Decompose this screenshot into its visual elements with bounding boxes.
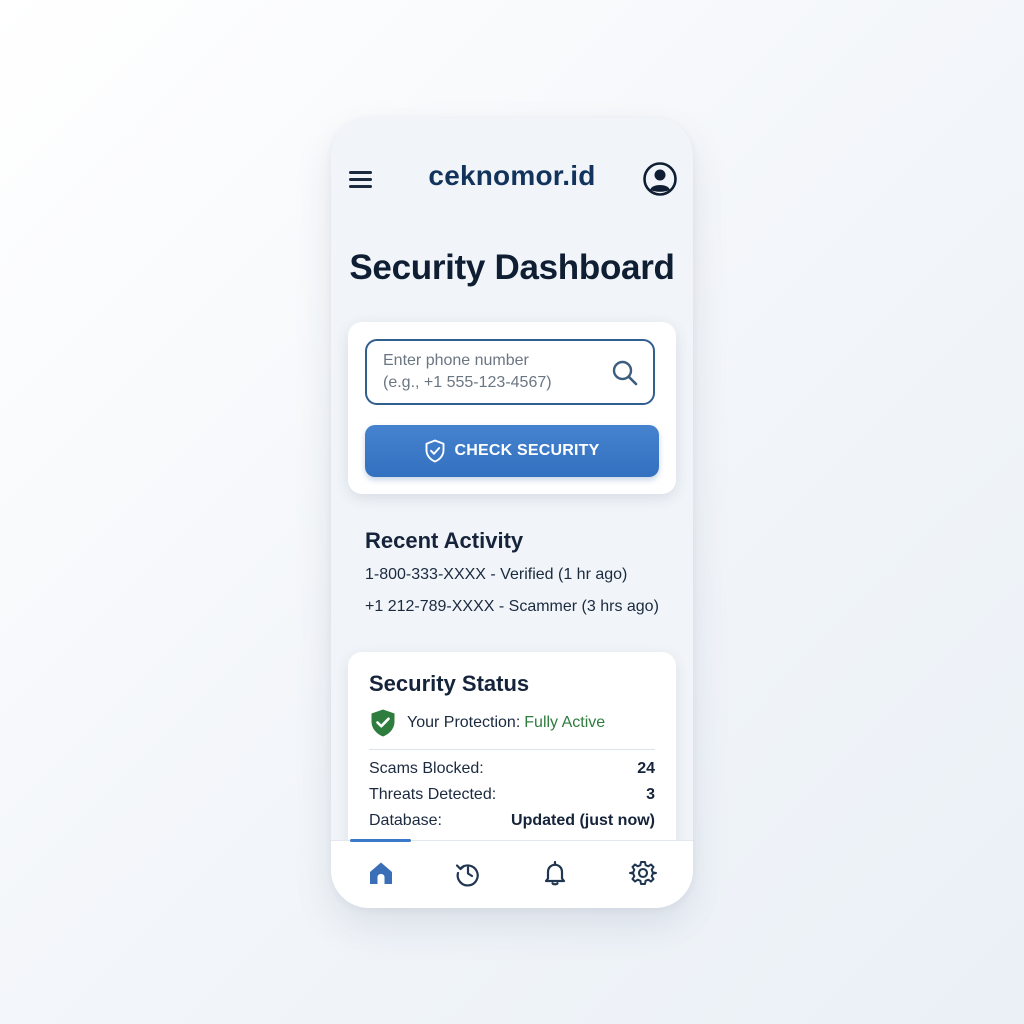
security-status-title: Security Status [369,671,530,696]
gear-icon [629,861,657,885]
recent-activity-item[interactable]: 1-800-333-XXXX - Verified (1 hr ago) [365,566,627,584]
search-card: CHECK SECURITY [348,322,676,494]
shield-check-icon [369,708,397,738]
stat-row-database: Database: Updated (just now) [369,810,655,832]
nav-home[interactable] [364,856,398,890]
nav-active-indicator [350,839,411,842]
nav-history[interactable] [451,856,485,890]
bottom-nav [331,839,693,908]
stat-label: Database: [369,812,442,829]
page-title: Security Dashboard [349,248,675,287]
home-icon [370,862,392,884]
phone-search-field [365,339,655,405]
stat-label: Threats Detected: [369,786,497,803]
nav-notifications[interactable] [538,856,572,890]
app-brand: ceknomor.id [428,160,596,191]
bell-icon [544,860,566,886]
protection-label: Your Protection: [407,714,521,731]
check-security-label: CHECK SECURITY [454,442,600,459]
divider [369,749,655,750]
stat-label: Scams Blocked: [369,760,484,777]
protection-status-value: Fully Active [524,714,606,731]
phone-number-input[interactable] [383,350,603,396]
recent-activity-item[interactable]: +1 212-789-XXXX - Scammer (3 hrs ago) [365,598,659,616]
stat-row-scams-blocked: Scams Blocked: 24 [369,758,655,780]
search-icon[interactable] [611,359,639,387]
stat-row-threats-detected: Threats Detected: 3 [369,784,655,806]
protection-row: Your Protection: Fully Active [369,708,605,738]
history-icon [455,864,479,887]
recent-activity-title: Recent Activity [365,528,524,553]
nav-settings[interactable] [626,856,660,890]
stat-value: 3 [646,786,655,803]
stat-value: 24 [637,760,655,777]
profile-icon[interactable] [642,161,678,197]
stat-value: Updated (just now) [511,812,655,829]
shield-check-icon [424,439,446,463]
check-security-button[interactable]: CHECK SECURITY [365,425,659,477]
phone-frame: ceknomor.id Security Dashboard Enter pho… [331,118,693,908]
